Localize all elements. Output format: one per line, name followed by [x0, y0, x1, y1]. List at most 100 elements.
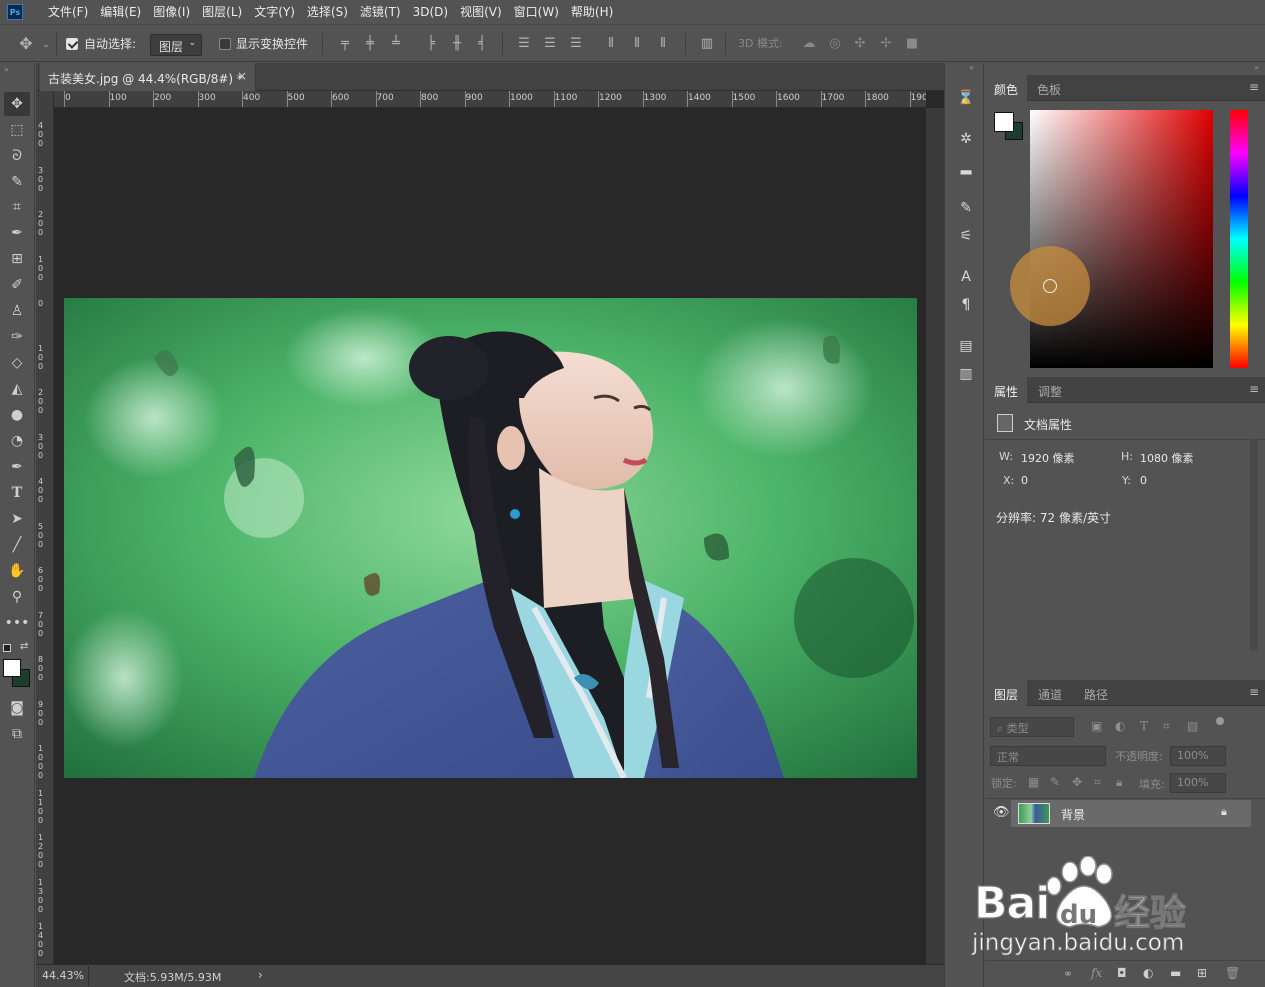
- align-bottom-icon[interactable]: ╧: [388, 36, 404, 52]
- healing-tool-icon[interactable]: ⊞: [4, 247, 30, 271]
- horizontal-ruler[interactable]: 0 100 200 300 400 500 600 700 800 900 1000 1100 1200…: [54, 91, 926, 108]
- brush-presets-icon[interactable]: ✎: [955, 197, 977, 219]
- lock-all-icon[interactable]: 🔒︎: [1116, 775, 1122, 790]
- menu-item-4[interactable]: 文字(Y): [248, 0, 301, 24]
- notes-panel-icon[interactable]: ▥: [955, 363, 977, 385]
- eraser-tool-icon[interactable]: ◇: [4, 351, 30, 375]
- link-layers-icon[interactable]: ⚭: [1063, 967, 1073, 981]
- align-hcenter-icon[interactable]: ╫: [449, 36, 465, 52]
- menu-item-6[interactable]: 滤镜(T): [354, 0, 407, 24]
- panel-menu-icon[interactable]: ≡: [1249, 685, 1259, 699]
- hue-slider[interactable]: [1230, 110, 1248, 368]
- shape-filter-icon[interactable]: ⌗: [1163, 719, 1170, 734]
- adjustment-layer-icon[interactable]: ◐: [1143, 966, 1153, 980]
- lock-pixels-icon[interactable]: ✎: [1050, 775, 1060, 789]
- add-mask-icon[interactable]: ◘: [1117, 966, 1127, 980]
- y-value[interactable]: 0: [1140, 474, 1147, 487]
- align-left-icon[interactable]: ╞: [423, 36, 439, 52]
- auto-select-checkbox[interactable]: [66, 38, 78, 50]
- blur-tool-icon[interactable]: ●: [4, 403, 30, 427]
- image-filter-icon[interactable]: ▣: [1091, 719, 1102, 733]
- dodge-tool-icon[interactable]: ◔: [4, 429, 30, 453]
- fill-field[interactable]: 100%: [1170, 773, 1226, 793]
- menu-item-3[interactable]: 图层(L): [196, 0, 248, 24]
- lasso-tool-icon[interactable]: ᘐ: [4, 144, 30, 168]
- menu-item-2[interactable]: 图像(I): [147, 0, 196, 24]
- collapse-icon[interactable]: »: [1254, 63, 1259, 72]
- color-field[interactable]: [1030, 110, 1213, 368]
- foreground-color-swatch[interactable]: [994, 112, 1014, 132]
- new-layer-icon[interactable]: ⊞: [1197, 966, 1207, 980]
- move-tool-icon[interactable]: ✥: [4, 92, 30, 116]
- menu-item-7[interactable]: 3D(D): [407, 0, 454, 24]
- distribute-hcenter-icon[interactable]: ⫴: [629, 36, 645, 52]
- type-filter-icon[interactable]: T: [1140, 719, 1148, 733]
- menu-item-8[interactable]: 视图(V): [454, 0, 508, 24]
- pen-tool-icon[interactable]: ✒: [4, 455, 30, 479]
- document-image[interactable]: [64, 298, 917, 778]
- distribute-bottom-icon[interactable]: ☰: [568, 36, 584, 52]
- distribute-vcenter-icon[interactable]: ☰: [542, 36, 558, 52]
- panel-menu-icon[interactable]: ≡: [1249, 382, 1259, 396]
- tab-paths[interactable]: 路径: [1075, 680, 1117, 706]
- quick-mask-icon[interactable]: ◙: [4, 696, 30, 720]
- status-menu-arrow[interactable]: ›: [258, 968, 263, 982]
- more-tools-icon[interactable]: •••: [4, 611, 30, 635]
- align-right-icon[interactable]: ╡: [474, 36, 490, 52]
- chevron-down-icon[interactable]: ⌄: [38, 37, 54, 53]
- lock-position-icon[interactable]: ✥: [1072, 775, 1082, 789]
- tab-layers[interactable]: 图层: [985, 680, 1028, 706]
- menu-item-10[interactable]: 帮助(H): [565, 0, 619, 24]
- paint-bucket-tool-icon[interactable]: ◭: [4, 377, 30, 401]
- history-brush-tool-icon[interactable]: ✑: [4, 325, 30, 349]
- type-tool-icon[interactable]: T: [4, 481, 30, 505]
- brush-settings-icon[interactable]: ⚟: [955, 225, 977, 247]
- tab-swatches[interactable]: 色板: [1028, 75, 1070, 101]
- drag-3d-icon[interactable]: ✣: [852, 36, 868, 52]
- menu-item-5[interactable]: 选择(S): [301, 0, 354, 24]
- marquee-tool-icon[interactable]: ⬚: [4, 118, 30, 142]
- adjustment-filter-icon[interactable]: ◐: [1115, 719, 1125, 733]
- move-tool-icon[interactable]: ✥: [18, 36, 34, 52]
- visibility-eye-icon[interactable]: 👁︎: [993, 805, 1010, 820]
- hand-tool-icon[interactable]: ✋: [4, 559, 30, 583]
- camera-3d-icon[interactable]: ■: [904, 36, 920, 52]
- foreground-color-swatch[interactable]: [3, 659, 21, 677]
- height-value[interactable]: 1080 像素: [1140, 450, 1194, 466]
- new-group-icon[interactable]: ▬: [1170, 966, 1181, 980]
- distribute-left-icon[interactable]: ⫴: [603, 36, 619, 52]
- tab-properties[interactable]: 属性: [985, 377, 1028, 403]
- color-picker-cursor[interactable]: [1043, 279, 1057, 293]
- width-value[interactable]: 1920 像素: [1021, 450, 1075, 466]
- distribute-top-icon[interactable]: ☰: [516, 36, 532, 52]
- line-tool-icon[interactable]: ╱: [4, 533, 30, 557]
- opacity-field[interactable]: 100%: [1170, 746, 1226, 766]
- lock-transparent-icon[interactable]: ▦: [1028, 775, 1039, 789]
- align-vcenter-icon[interactable]: ╪: [362, 36, 378, 52]
- distribute-right-icon[interactable]: ⫴: [655, 36, 671, 52]
- delete-layer-icon[interactable]: 🗑︎: [1225, 966, 1240, 980]
- crop-tool-icon[interactable]: ⌗: [4, 195, 30, 219]
- tab-color[interactable]: 颜色: [985, 75, 1028, 101]
- quick-select-tool-icon[interactable]: ✎: [4, 170, 30, 194]
- slide-3d-icon[interactable]: ✢: [878, 36, 894, 52]
- history-panel-icon[interactable]: ⌛: [955, 87, 977, 109]
- smart-object-filter-icon[interactable]: ▧: [1187, 719, 1198, 733]
- blend-mode-dropdown[interactable]: 正常: [990, 746, 1106, 766]
- paragraph-panel-icon[interactable]: ¶: [955, 294, 977, 316]
- navigator-panel-icon[interactable]: ✲: [955, 128, 977, 150]
- align-top-icon[interactable]: ╤: [337, 36, 353, 52]
- panel-menu-icon[interactable]: ≡: [1249, 80, 1259, 94]
- lock-icon[interactable]: 🔒︎: [1221, 805, 1227, 819]
- libraries-panel-icon[interactable]: ▤: [955, 335, 977, 357]
- layer-filter-dropdown[interactable]: ⌕ 类型: [990, 717, 1074, 737]
- menu-item-0[interactable]: 文件(F): [42, 0, 94, 24]
- auto-align-icon[interactable]: ▥: [699, 36, 715, 52]
- swap-colors-icon[interactable]: ⇄: [20, 641, 28, 652]
- default-colors-icon[interactable]: [3, 644, 11, 652]
- document-tab[interactable]: 古装美女.jpg @ 44.4%(RGB/8#) * ×: [40, 63, 256, 91]
- rotate-3d-icon[interactable]: ☁: [801, 36, 817, 52]
- collapse-icon[interactable]: »: [4, 65, 9, 74]
- menu-item-1[interactable]: 编辑(E): [94, 0, 147, 24]
- roll-3d-icon[interactable]: ◎: [827, 36, 843, 52]
